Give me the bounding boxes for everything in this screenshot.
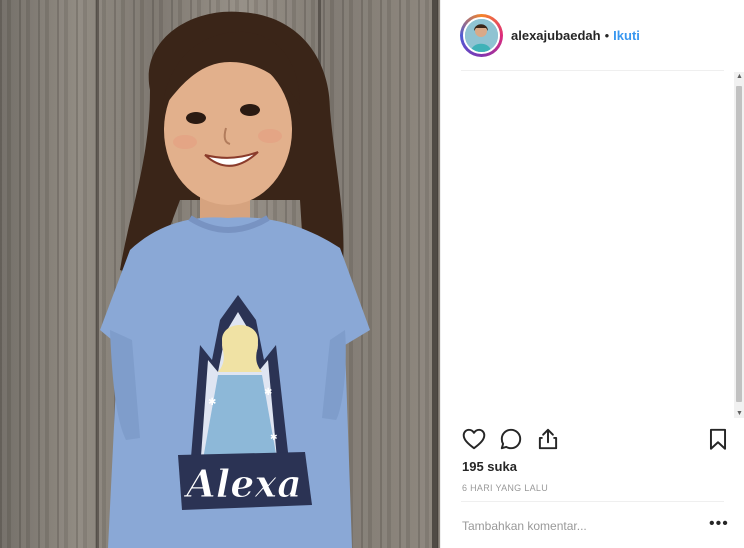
comment-divider <box>461 501 724 502</box>
heart-icon[interactable] <box>461 426 487 452</box>
avatar-story-ring[interactable] <box>460 13 503 57</box>
more-options-icon[interactable]: ••• <box>709 516 729 532</box>
scroll-down-arrow-icon[interactable]: ▼ <box>736 410 743 417</box>
scroll-thumb[interactable] <box>736 86 742 402</box>
avatar[interactable] <box>463 16 500 54</box>
svg-text:✱: ✱ <box>270 433 278 443</box>
child-illustration: ✱ ✱ ✱ Alexa <box>100 11 370 548</box>
share-icon[interactable] <box>535 426 561 452</box>
like-count[interactable]: 195 suka <box>462 459 517 474</box>
scroll-up-arrow-icon[interactable]: ▲ <box>736 73 743 80</box>
post-timestamp[interactable]: 6 HARI YANG LALU <box>462 483 548 493</box>
follow-button[interactable]: Ikuti <box>613 28 640 43</box>
header-separator: • <box>604 27 610 43</box>
comment-icon[interactable] <box>498 426 524 452</box>
post-photo[interactable]: ✱ ✱ ✱ Alexa <box>0 0 440 548</box>
shirt-print-text: Alexa <box>183 461 301 506</box>
action-bar <box>461 426 729 454</box>
username-link[interactable]: alexajubaedah <box>511 28 601 43</box>
svg-text:✱: ✱ <box>208 397 216 408</box>
comment-input[interactable]: Tambahkan komentar... <box>462 515 692 537</box>
bookmark-icon[interactable] <box>705 426 731 452</box>
comments-scrollbar[interactable]: ▲ ▼ <box>734 72 744 418</box>
avatar-image <box>465 18 498 52</box>
post-header: alexajubaedah • Ikuti <box>460 12 640 58</box>
post-sidebar: alexajubaedah • Ikuti ▲ ▼ 195 suka 6 HAR… <box>440 0 744 548</box>
svg-text:✱: ✱ <box>264 387 272 398</box>
header-divider <box>461 70 724 71</box>
